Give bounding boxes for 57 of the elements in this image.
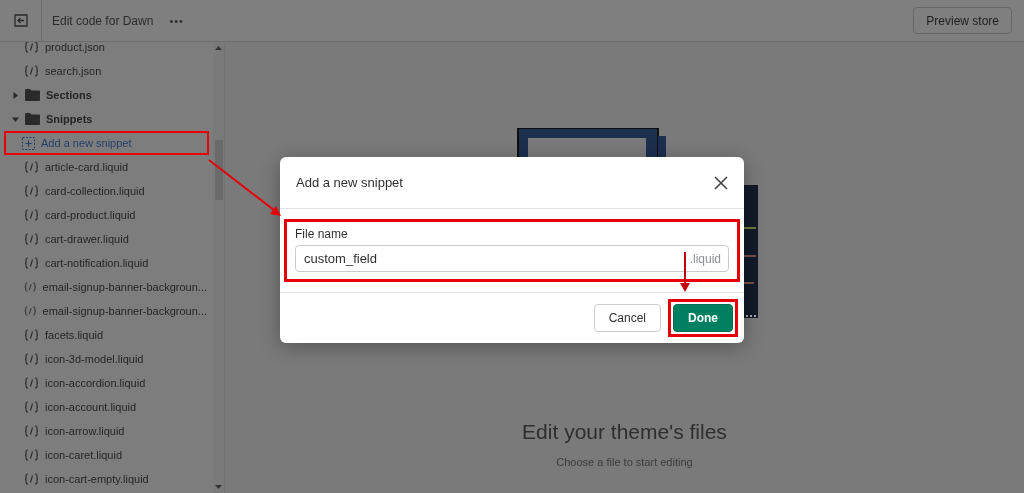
file-item[interactable]: card-collection.liquid bbox=[4, 179, 209, 203]
add-file-icon bbox=[22, 136, 35, 150]
code-file-icon bbox=[24, 209, 39, 221]
file-item[interactable]: article-card.liquid bbox=[4, 155, 209, 179]
scrollbar-thumb[interactable] bbox=[214, 140, 223, 200]
code-file-icon bbox=[24, 425, 39, 437]
caret-down-icon bbox=[12, 115, 19, 123]
file-name-field[interactable]: custom_field .liquid bbox=[295, 245, 729, 272]
code-file-icon bbox=[24, 161, 39, 173]
folder-item[interactable]: Sections bbox=[4, 83, 209, 107]
empty-state-subtitle: Choose a file to start editing bbox=[556, 456, 693, 468]
code-file-icon bbox=[24, 377, 39, 389]
page-title: Edit code for Dawn bbox=[52, 13, 154, 28]
caret-right-icon bbox=[12, 91, 19, 99]
more-actions-button[interactable]: ••• bbox=[169, 14, 184, 27]
code-file-icon bbox=[24, 473, 39, 485]
file-item[interactable]: search.json bbox=[4, 59, 209, 83]
file-item[interactable]: icon-caret.liquid bbox=[4, 443, 209, 467]
file-item[interactable]: card-product.liquid bbox=[4, 203, 209, 227]
code-file-icon bbox=[24, 401, 39, 413]
done-button[interactable]: Done bbox=[673, 304, 733, 332]
file-item[interactable]: icon-account.liquid bbox=[4, 395, 209, 419]
cancel-button[interactable]: Cancel bbox=[593, 304, 661, 332]
code-file-icon bbox=[24, 42, 39, 53]
code-file-icon bbox=[24, 305, 37, 317]
folder-icon bbox=[25, 89, 40, 101]
scroll-down-icon[interactable] bbox=[215, 485, 222, 490]
file-item[interactable]: email-signup-banner-backgroun... bbox=[4, 275, 209, 299]
file-item[interactable]: facets.liquid bbox=[4, 323, 209, 347]
code-file-icon bbox=[24, 329, 39, 341]
file-item[interactable]: icon-cart-empty.liquid bbox=[4, 467, 209, 491]
file-item[interactable]: email-signup-banner-backgroun... bbox=[4, 299, 209, 323]
field-suffix: .liquid bbox=[689, 252, 721, 266]
file-item[interactable]: product.json bbox=[4, 42, 209, 59]
code-file-icon bbox=[24, 233, 39, 245]
file-item[interactable]: cart-notification.liquid bbox=[4, 251, 209, 275]
add-snippet-item[interactable]: Add a new snippet bbox=[4, 131, 209, 155]
file-item[interactable]: cart-drawer.liquid bbox=[4, 227, 209, 251]
dialog-title: Add a new snippet bbox=[296, 175, 403, 190]
code-file-icon bbox=[24, 65, 39, 77]
code-file-icon bbox=[24, 257, 39, 269]
code-file-icon bbox=[24, 449, 39, 461]
file-item[interactable]: icon-accordion.liquid bbox=[4, 371, 209, 395]
scroll-up-icon[interactable] bbox=[215, 45, 222, 50]
exit-icon[interactable] bbox=[13, 14, 28, 27]
field-label: File name bbox=[295, 227, 349, 241]
annotation-arrow bbox=[680, 251, 690, 292]
folder-item[interactable]: Snippets bbox=[4, 107, 209, 131]
file-item[interactable]: icon-arrow.liquid bbox=[4, 419, 209, 443]
code-file-icon bbox=[24, 353, 39, 365]
empty-state-heading: Edit your theme's files bbox=[522, 420, 727, 444]
folder-icon bbox=[25, 113, 40, 125]
close-icon[interactable] bbox=[714, 175, 728, 190]
code-file-icon bbox=[24, 281, 37, 293]
preview-store-button[interactable]: Preview store bbox=[913, 7, 1012, 34]
file-item[interactable]: icon-3d-model.liquid bbox=[4, 347, 209, 371]
code-file-icon bbox=[24, 185, 39, 197]
